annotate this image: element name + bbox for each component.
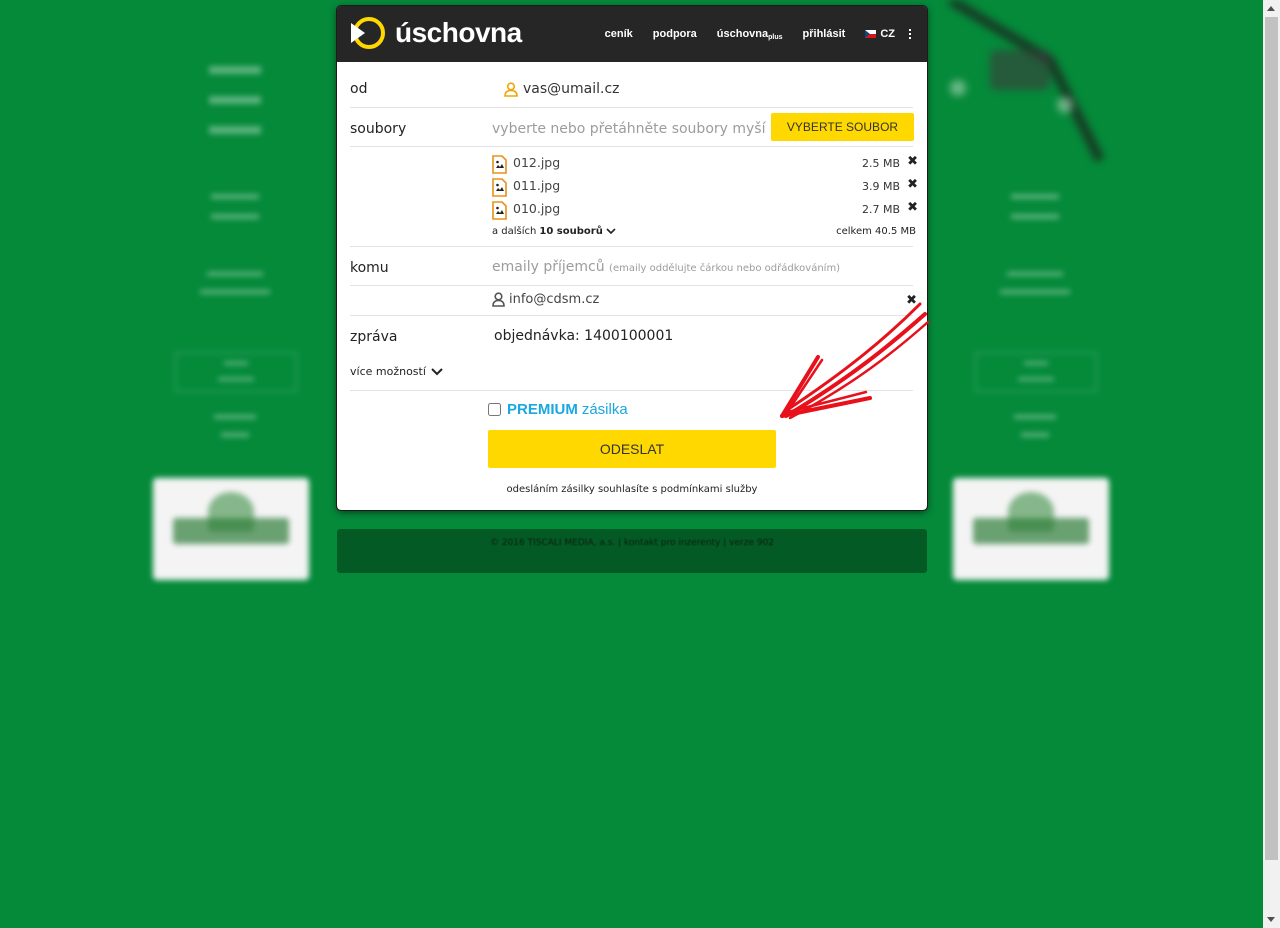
file-item: 012.jpg 2.5 MB ✖: [492, 153, 918, 174]
total-size: celkem 40.5 MB: [836, 226, 916, 237]
nav-plus-main: úschovna: [716, 27, 769, 40]
remove-file-icon[interactable]: ✖: [907, 200, 918, 215]
sender-label: od: [350, 81, 368, 97]
file-name: 012.jpg: [513, 155, 561, 170]
file-size: 2.7 MB: [861, 203, 900, 216]
files-label: soubory: [350, 121, 407, 137]
files-row: soubory vyberte nebo přetáhněte soubory …: [350, 107, 914, 147]
file-size: 2.5 MB: [861, 157, 900, 170]
kebab-menu-icon[interactable]: [909, 29, 911, 39]
file-item: 011.jpg 3.9 MB ✖: [492, 176, 918, 197]
image-file-icon: [492, 178, 507, 197]
more-files-prefix: a dalších: [492, 226, 537, 237]
sender-field[interactable]: vas@umail.cz: [504, 81, 620, 97]
message-label: zpráva: [350, 329, 398, 345]
premium-label-bold: PREMIUM: [507, 401, 578, 418]
nav-support[interactable]: podpora: [653, 28, 697, 40]
recipients-hint: (emaily oddělujte čárkou nebo odřádkován…: [609, 263, 841, 274]
scrollbar-thumb[interactable]: [1265, 17, 1278, 860]
nav-uschovna-plus[interactable]: úschovnaplus: [717, 28, 783, 41]
play-ring-icon: [351, 17, 385, 49]
scroll-up-arrow-icon[interactable]: [1263, 0, 1280, 17]
premium-label: zásilka: [581, 401, 628, 418]
image-file-icon: [492, 155, 507, 174]
recipients-row: komu emaily příjemců (emaily oddělujte č…: [350, 246, 913, 286]
recipients-placeholder: emaily příjemců: [492, 259, 605, 275]
sender-email: vas@umail.cz: [523, 81, 620, 97]
file-drop-zone[interactable]: vyberte nebo přetáhněte soubory myší: [492, 121, 765, 137]
main-nav: ceník podpora úschovnaplus přihlásit CZ: [585, 6, 911, 62]
more-options-label: více možností: [350, 365, 426, 378]
more-files-count: 10 souborů: [539, 226, 603, 237]
terms-notice[interactable]: odesláním zásilky souhlasíte s podmínkam…: [337, 484, 927, 495]
file-name: 011.jpg: [513, 178, 561, 193]
file-name: 010.jpg: [513, 201, 561, 216]
recipients-input[interactable]: emaily příjemců (emaily oddělujte čárkou…: [492, 259, 840, 275]
image-file-icon: [492, 201, 507, 220]
logo-text: úschovna: [395, 17, 522, 48]
red-arrow-annotation: [780, 302, 930, 420]
user-icon: [504, 81, 518, 97]
message-input[interactable]: objednávka: 1400100001: [494, 328, 673, 344]
logo[interactable]: úschovna: [349, 15, 522, 51]
file-size: 3.9 MB: [861, 180, 900, 193]
remove-file-icon[interactable]: ✖: [907, 154, 918, 169]
nav-pricing[interactable]: ceník: [605, 28, 633, 40]
recipients-label: komu: [350, 260, 389, 276]
more-files-toggle[interactable]: a dalších 10 souborů: [492, 226, 616, 237]
more-options-toggle[interactable]: více možností: [350, 365, 443, 378]
file-list: 012.jpg 2.5 MB ✖ 011.jpg 3.9 MB ✖ 010.jp…: [350, 146, 918, 247]
premium-checkbox[interactable]: [488, 403, 501, 416]
send-button[interactable]: ODESLAT: [488, 430, 776, 468]
recipient-item: info@cdsm.cz: [492, 292, 599, 307]
chevron-down-icon: [606, 228, 616, 235]
footer: © 2016 TISCALI MEDIA, a.s. | kontakt pro…: [337, 529, 927, 573]
chevron-down-icon: [431, 367, 443, 375]
choose-file-button[interactable]: VYBERTE SOUBOR: [771, 113, 914, 141]
premium-option[interactable]: PREMIUM zásilka: [488, 401, 628, 418]
file-item: 010.jpg 2.7 MB ✖: [492, 199, 918, 220]
remove-file-icon[interactable]: ✖: [907, 177, 918, 192]
language-switch[interactable]: CZ: [865, 28, 895, 40]
top-navbar: úschovna ceník podpora úschovnaplus přih…: [337, 6, 927, 62]
user-icon: [492, 292, 505, 307]
recipient-email: info@cdsm.cz: [509, 292, 600, 307]
sender-row: od vas@umail.cz: [350, 63, 913, 108]
vertical-scrollbar[interactable]: [1263, 0, 1280, 928]
nav-login[interactable]: přihlásit: [803, 28, 846, 40]
ad-graphic: [930, 0, 1110, 170]
scroll-down-arrow-icon[interactable]: [1263, 911, 1280, 928]
nav-plus-sub: plus: [768, 33, 783, 41]
footer-text[interactable]: © 2016 TISCALI MEDIA, a.s. | kontakt pro…: [337, 538, 927, 548]
language-code: CZ: [880, 28, 895, 40]
czech-flag-icon: [865, 30, 877, 38]
upload-card: úschovna ceník podpora úschovnaplus přih…: [336, 5, 928, 511]
